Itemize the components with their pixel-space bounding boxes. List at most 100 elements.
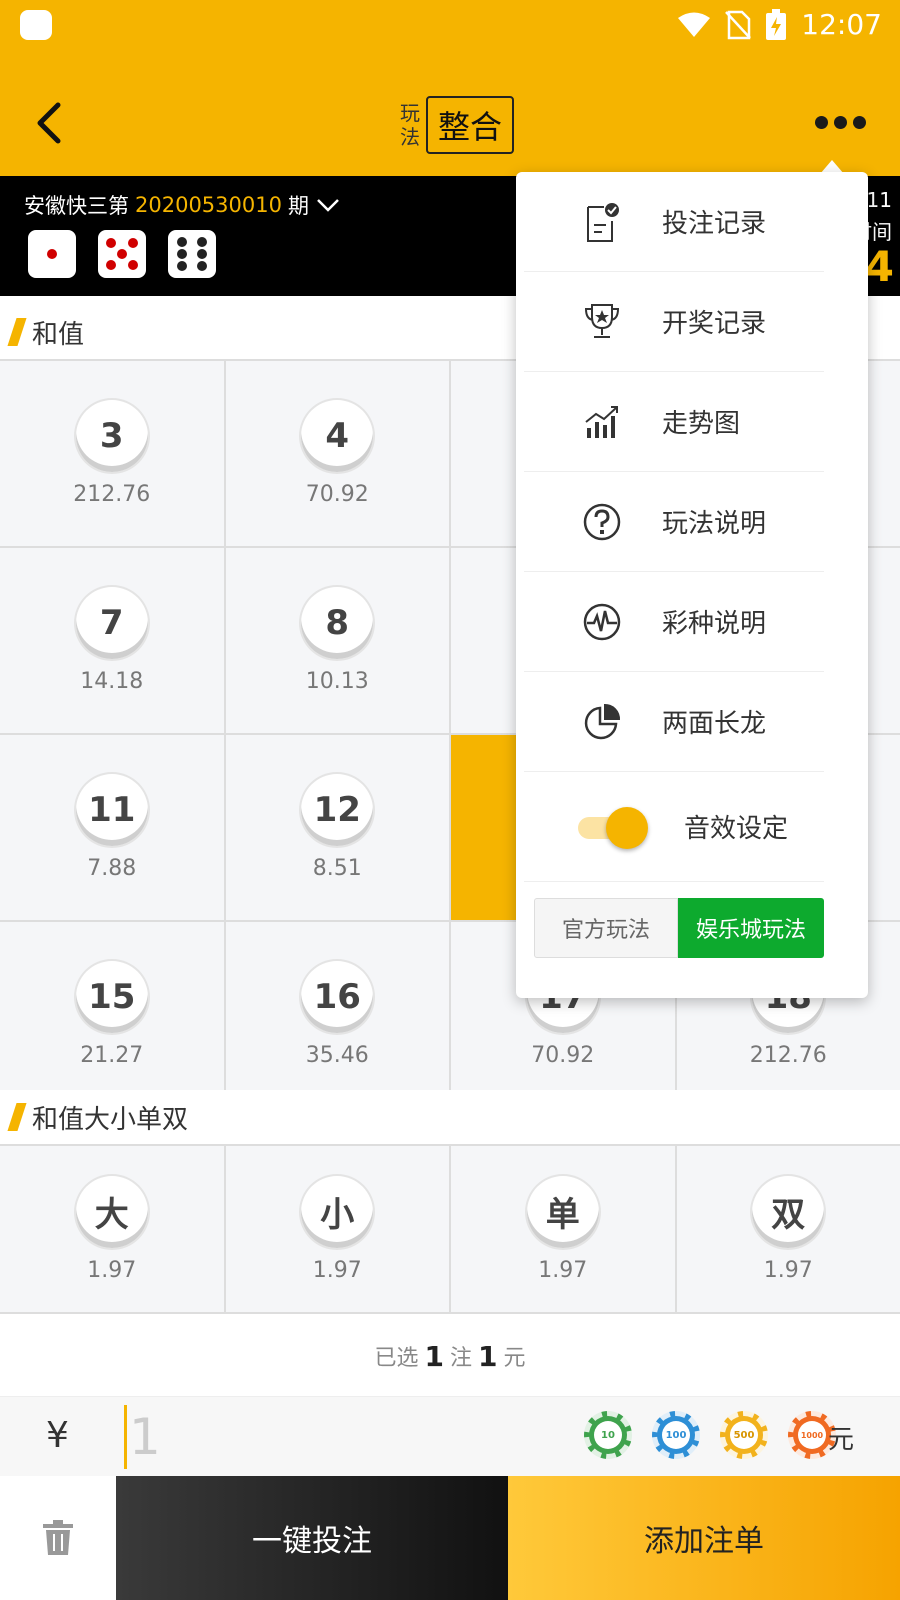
bet-odds: 1.97 [312, 1257, 362, 1283]
bet-cell[interactable]: 15 21.27 [0, 922, 224, 1107]
bet-ball: 11 [75, 774, 148, 846]
clipboard-check-icon [580, 200, 624, 244]
menu-item-lottery-info[interactable]: 彩种说明 [524, 572, 824, 672]
summary-prefix: 已选 [374, 1346, 419, 1371]
section-bsoe-header: 和值大小单双 [0, 1090, 900, 1144]
dice-row [28, 230, 216, 278]
bet-ball: 3 [75, 400, 148, 472]
play-mode-title[interactable]: 玩 法 整合 [400, 96, 515, 154]
bet-odds: 35.46 [305, 1043, 369, 1068]
bet-cell[interactable]: 双 1.97 [676, 1146, 900, 1312]
currency-symbol: ¥ [46, 1415, 69, 1456]
amount-unit: 元 [827, 1425, 854, 1455]
bet-amount-input[interactable] [124, 1405, 324, 1469]
bet-odds: 1.97 [87, 1257, 137, 1283]
title-small-2: 法 [400, 125, 420, 149]
bsoe-grid: 大 1.97 小 1.97 单 1.97 双 1.97 [0, 1144, 900, 1314]
menu-label-bet-records: 投注记录 [662, 209, 767, 239]
chip-500[interactable]: 500 [720, 1411, 768, 1459]
die-one [28, 230, 76, 278]
chip-100[interactable]: 100 [652, 1411, 700, 1459]
bet-odds: 7.88 [87, 856, 137, 881]
bet-odds: 212.76 [749, 1043, 827, 1068]
bet-odds: 8.51 [312, 856, 362, 881]
menu-label-trend-chart: 走势图 [662, 409, 741, 439]
title-mode-box: 整合 [426, 96, 515, 154]
bet-odds: 212.76 [73, 482, 151, 507]
mode-switch: 官方玩法 娱乐城玩法 [534, 898, 824, 958]
back-button[interactable] [24, 98, 74, 148]
bet-ball: 15 [75, 961, 148, 1033]
die-five [98, 230, 146, 278]
more-dropdown-menu: 投注记录 开奖记录 走势图 玩法说明 彩种说明 两面长龙 音效设定 官方玩法 娱… [516, 172, 868, 998]
bet-odds: 70.92 [531, 1043, 595, 1068]
chip-10-label: 10 [594, 1421, 622, 1449]
period-suffix: 期 [287, 194, 309, 218]
bet-cell[interactable]: 12 8.51 [225, 735, 449, 920]
summary-count: 1 [424, 1339, 444, 1373]
menu-item-trend-chart[interactable]: 走势图 [524, 372, 824, 472]
add-order-button[interactable]: 添加注单 [508, 1476, 900, 1600]
bet-odds: 1.97 [538, 1257, 588, 1283]
countdown-digit-fragment: 4 [864, 242, 894, 291]
title-small-1: 玩 [400, 101, 420, 125]
bet-ball: 4 [301, 400, 374, 472]
bet-cell[interactable]: 11 7.88 [0, 735, 224, 920]
bet-ball: 12 [301, 774, 374, 846]
bet-odds: 70.92 [305, 482, 369, 507]
trend-chart-icon [580, 400, 624, 444]
section-bsoe-label: 和值大小单双 [32, 1104, 189, 1135]
menu-label-play-guide: 玩法说明 [662, 509, 767, 539]
nav-bar: 玩 法 整合 [0, 88, 900, 168]
wifi-icon [678, 12, 711, 37]
status-time: 12:07 [801, 8, 882, 41]
official-mode-button[interactable]: 官方玩法 [534, 898, 678, 958]
bet-cell[interactable]: 3 212.76 [0, 361, 224, 546]
bet-cell[interactable]: 4 70.92 [225, 361, 449, 546]
chip-500-label: 500 [730, 1421, 758, 1449]
section-mark [7, 1103, 27, 1131]
bet-ball: 大 [75, 1175, 148, 1248]
next-period-fragment: 11 [866, 188, 892, 212]
sound-label: 音效设定 [684, 814, 789, 844]
bet-odds: 21.27 [80, 1043, 144, 1068]
chip-1000-label: 1000 [798, 1421, 826, 1449]
chip-10[interactable]: 10 [584, 1411, 632, 1459]
more-dot-icon [852, 115, 866, 129]
sound-toggle[interactable] [578, 806, 648, 849]
clear-button[interactable] [0, 1476, 116, 1600]
summary-amount: 1 [478, 1339, 498, 1373]
bet-cell[interactable]: 8 10.13 [225, 548, 449, 733]
bet-cell[interactable]: 小 1.97 [225, 1146, 449, 1312]
menu-label-dragon: 两面长龙 [662, 709, 767, 739]
period-number: 20200530010 [135, 193, 282, 217]
menu-item-dragon[interactable]: 两面长龙 [524, 672, 824, 772]
casino-mode-button[interactable]: 娱乐城玩法 [678, 898, 824, 958]
status-icons: 12:07 [677, 8, 882, 41]
bet-cell[interactable]: 7 14.18 [0, 548, 224, 733]
bet-cell[interactable]: 单 1.97 [451, 1146, 675, 1312]
summary-mid: 注 [449, 1346, 472, 1371]
question-circle-icon [580, 500, 624, 544]
selection-summary: 已选 1 注 1 元 [0, 1318, 900, 1394]
summary-suffix: 元 [503, 1346, 526, 1371]
menu-item-bet-records[interactable]: 投注记录 [524, 172, 824, 272]
quick-bet-button[interactable]: 一键投注 [116, 1476, 508, 1600]
section-mark [7, 318, 27, 346]
status-bar: 12:07 [0, 0, 900, 52]
bet-odds: 14.18 [80, 669, 144, 694]
trash-icon [43, 1520, 73, 1555]
menu-label-draw-records: 开奖记录 [662, 309, 767, 339]
section-sum-label: 和值 [32, 319, 85, 350]
pulse-circle-icon [580, 600, 624, 644]
toggle-knob [606, 806, 648, 849]
menu-label-lottery-info: 彩种说明 [662, 609, 767, 639]
bet-cell[interactable]: 大 1.97 [0, 1146, 224, 1312]
more-dot-icon [833, 115, 847, 129]
bet-cell[interactable]: 16 35.46 [225, 922, 449, 1107]
period-selector[interactable]: 安徽快三第 20200530010 期 [24, 190, 341, 220]
menu-item-play-guide[interactable]: 玩法说明 [524, 472, 824, 572]
more-menu-button[interactable] [810, 110, 870, 134]
bet-ball: 8 [301, 587, 374, 659]
menu-item-draw-records[interactable]: 开奖记录 [524, 272, 824, 372]
